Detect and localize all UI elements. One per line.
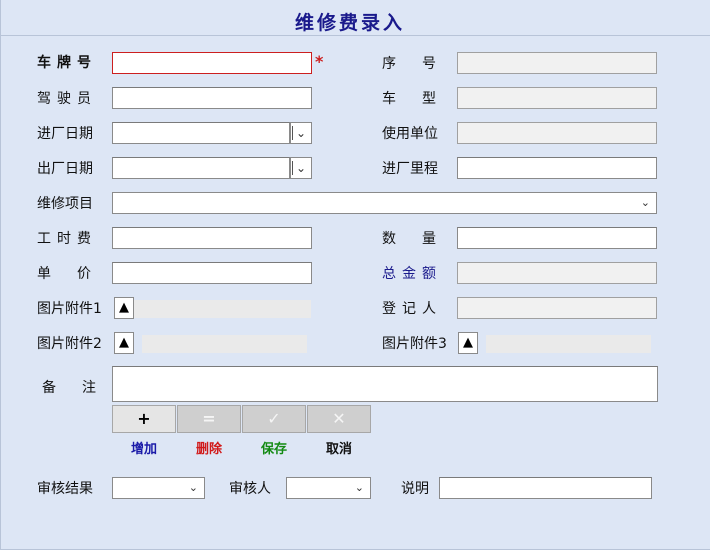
description-input[interactable] bbox=[439, 477, 652, 499]
repair-item-select[interactable]: ⌄ bbox=[112, 192, 657, 214]
entry-mileage-input[interactable] bbox=[457, 157, 657, 179]
cancel-button[interactable]: ✕ bbox=[307, 405, 371, 433]
entry-date-dropdown-icon[interactable]: ⌄ bbox=[290, 122, 312, 144]
attach1-file-field bbox=[134, 300, 311, 318]
vehicle-type-label: 车型 bbox=[382, 91, 462, 107]
labor-label: 工时费 bbox=[37, 231, 97, 247]
required-mark: * bbox=[315, 52, 324, 71]
recorder-label: 登记人 bbox=[382, 301, 442, 317]
delete-button[interactable]: = bbox=[177, 405, 241, 433]
chevron-down-icon: ⌄ bbox=[354, 481, 364, 494]
entry-mileage-label: 进厂里程 bbox=[382, 161, 438, 177]
delete-label[interactable]: 删除 bbox=[177, 438, 241, 457]
exit-date-dropdown-icon[interactable]: ⌄ bbox=[290, 157, 312, 179]
note-label: 备注 bbox=[42, 380, 122, 396]
attach3-label: 图片附件3 bbox=[382, 336, 447, 352]
vehicle-type-input bbox=[457, 87, 657, 109]
chevron-down-icon: ⌄ bbox=[188, 481, 198, 494]
qty-input[interactable] bbox=[457, 227, 657, 249]
unit-input bbox=[457, 122, 657, 144]
review-result-label: 审核结果 bbox=[37, 481, 93, 497]
seq-input bbox=[457, 52, 657, 74]
entry-date-input[interactable] bbox=[112, 122, 290, 144]
attach2-label: 图片附件2 bbox=[37, 336, 102, 352]
driver-input[interactable] bbox=[112, 87, 312, 109]
cancel-label[interactable]: 取消 bbox=[307, 438, 371, 457]
price-label: 单价 bbox=[37, 266, 117, 282]
entry-date-label: 进厂日期 bbox=[37, 126, 93, 142]
attach3-upload-icon[interactable]: ▲ bbox=[458, 332, 478, 354]
add-label[interactable]: 增加 bbox=[112, 438, 176, 457]
qty-label: 数量 bbox=[382, 231, 462, 247]
plate-input[interactable] bbox=[112, 52, 312, 74]
reviewer-label: 审核人 bbox=[229, 481, 271, 497]
repair-item-label: 维修项目 bbox=[37, 196, 93, 212]
attach2-upload-icon[interactable]: ▲ bbox=[114, 332, 134, 354]
save-label[interactable]: 保存 bbox=[242, 438, 306, 457]
reviewer-select[interactable]: ⌄ bbox=[286, 477, 371, 499]
description-label: 说明 bbox=[401, 481, 429, 497]
price-input[interactable] bbox=[112, 262, 312, 284]
attach3-file-field bbox=[486, 335, 651, 353]
review-result-select[interactable]: ⌄ bbox=[112, 477, 205, 499]
driver-label: 驾驶员 bbox=[37, 91, 97, 107]
page-title: 维修费录入 bbox=[294, 12, 405, 34]
recorder-input bbox=[457, 297, 657, 319]
attach1-upload-icon[interactable]: ▲ bbox=[114, 297, 134, 319]
attach2-file-field bbox=[142, 335, 307, 353]
exit-date-input[interactable] bbox=[112, 157, 290, 179]
unit-label: 使用单位 bbox=[382, 126, 438, 142]
chevron-down-icon: ⌄ bbox=[640, 196, 650, 209]
plate-label: 车牌号 bbox=[37, 55, 97, 71]
labor-input[interactable] bbox=[112, 227, 312, 249]
seq-label: 序号 bbox=[382, 56, 462, 72]
total-input bbox=[457, 262, 657, 284]
exit-date-label: 出厂日期 bbox=[37, 161, 93, 177]
note-textarea[interactable] bbox=[112, 366, 658, 402]
total-label: 总金额 bbox=[382, 266, 442, 282]
save-button[interactable]: ✓ bbox=[242, 405, 306, 433]
add-button[interactable]: + bbox=[112, 405, 176, 433]
attach1-label: 图片附件1 bbox=[37, 301, 102, 317]
title-divider bbox=[0, 35, 710, 36]
